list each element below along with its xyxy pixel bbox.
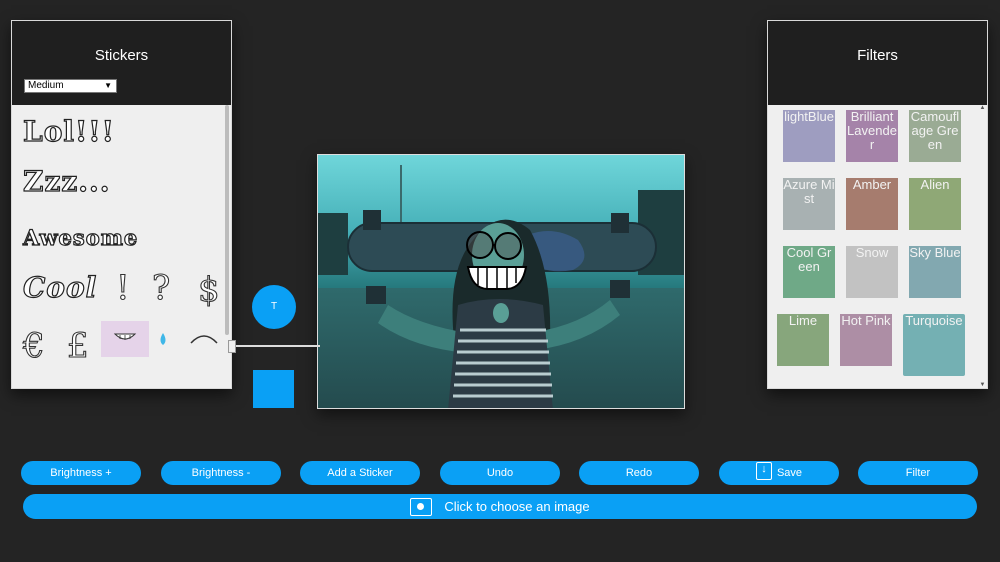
- filter-label: Amber: [852, 178, 892, 192]
- scroll-down-icon[interactable]: ▼: [979, 382, 986, 388]
- brightness-up-button[interactable]: Brightness +: [21, 461, 141, 485]
- filters-header: Filters: [768, 21, 987, 105]
- filter-label: Cool Green: [786, 246, 832, 274]
- sticker-euro[interactable]: €: [22, 328, 45, 363]
- text-tool-button[interactable]: T: [252, 285, 296, 329]
- eyebrow-icon[interactable]: [188, 327, 220, 347]
- save-button[interactable]: ↓ Save: [719, 461, 839, 485]
- save-label: Save: [776, 467, 803, 479]
- choose-image-button[interactable]: Click to choose an image: [23, 494, 977, 519]
- redo-button[interactable]: Redo: [579, 461, 699, 485]
- sticker-dollar[interactable]: $: [197, 272, 220, 307]
- sticker-cool[interactable]: Cool: [22, 270, 97, 304]
- filter-snow[interactable]: Snow: [846, 246, 898, 298]
- filter-label: Hot Pink: [841, 314, 891, 328]
- filter-label: Camouflage Green: [910, 110, 960, 152]
- filter-sky-blue[interactable]: Sky Blue: [909, 246, 961, 298]
- photo-scene: [347, 210, 657, 408]
- sticker-size-value: Medium: [28, 80, 64, 91]
- filter-lightblue[interactable]: lightBlue: [783, 110, 835, 162]
- filter-brilliant-lavender[interactable]: Brilliant Lavender: [846, 110, 898, 162]
- sticker-lol[interactable]: Lol!!!: [22, 114, 115, 148]
- filter-scrollbar[interactable]: ▲ ▼: [978, 105, 987, 388]
- filter-label: Lime: [788, 314, 818, 328]
- scroll-up-icon[interactable]: ▲: [979, 105, 986, 111]
- brightness-down-button[interactable]: Brightness -: [161, 461, 281, 485]
- download-icon: ↓: [755, 462, 772, 481]
- filter-hot-pink[interactable]: Hot Pink: [840, 314, 892, 366]
- filters-title: Filters: [857, 47, 898, 64]
- filter-label: Alien: [920, 178, 950, 192]
- sticker-zzz[interactable]: Zzz...: [22, 164, 110, 198]
- filter-list: lightBlue Brilliant Lavender Camouflage …: [768, 105, 987, 388]
- filter-label: lightBlue: [784, 110, 834, 124]
- sticker-awesome[interactable]: Awesome: [22, 224, 138, 250]
- color-picker[interactable]: [253, 370, 294, 408]
- filter-label: Sky Blue: [909, 246, 961, 260]
- filter-alien[interactable]: Alien: [909, 178, 961, 230]
- filter-azure-mist[interactable]: Azure Mist: [783, 178, 835, 230]
- brightness-slider-handle[interactable]: [228, 340, 236, 353]
- tear-drop-icon[interactable]: [156, 331, 170, 347]
- brightness-slider-track[interactable]: [232, 345, 320, 347]
- sticker-scroll-thumb[interactable]: [225, 105, 229, 335]
- filter-cool-green[interactable]: Cool Green: [783, 246, 835, 298]
- stickers-header: Stickers Medium ▼: [12, 21, 231, 105]
- choose-image-label: Click to choose an image: [444, 499, 590, 514]
- teeth-smile-icon: [113, 333, 137, 340]
- photo-canvas[interactable]: [317, 154, 685, 409]
- filter-label: Turquoise: [905, 314, 963, 328]
- sticker-list: Lol!!! Zzz... Awesome Cool ! ? $ € £: [12, 105, 231, 388]
- sticker-pound[interactable]: £: [66, 328, 89, 363]
- sticker-question[interactable]: ?: [151, 270, 170, 305]
- filter-label: Snow: [855, 246, 889, 260]
- filter-turquoise[interactable]: Turquoise: [903, 314, 965, 376]
- filter-label: Brilliant Lavender: [847, 110, 897, 152]
- add-sticker-button[interactable]: Add a Sticker: [300, 461, 420, 485]
- sticker-size-select[interactable]: Medium ▼: [24, 79, 117, 93]
- camera-icon: [410, 497, 433, 516]
- filter-button[interactable]: Filter: [858, 461, 978, 485]
- filter-amber[interactable]: Amber: [846, 178, 898, 230]
- undo-button[interactable]: Undo: [440, 461, 560, 485]
- chevron-down-icon: ▼: [104, 81, 112, 90]
- filter-label: Azure Mist: [783, 178, 835, 206]
- filter-lime[interactable]: Lime: [777, 314, 829, 366]
- sticker-smile-selected[interactable]: [101, 321, 149, 357]
- filters-panel: Filters lightBlue Brilliant Lavender Cam…: [767, 20, 988, 389]
- filter-camouflage-green[interactable]: Camouflage Green: [909, 110, 961, 162]
- stickers-panel: Stickers Medium ▼ Lol!!! Zzz... Awesome …: [11, 20, 232, 389]
- stickers-title: Stickers: [94, 47, 149, 64]
- sticker-exclamation[interactable]: !: [115, 270, 130, 305]
